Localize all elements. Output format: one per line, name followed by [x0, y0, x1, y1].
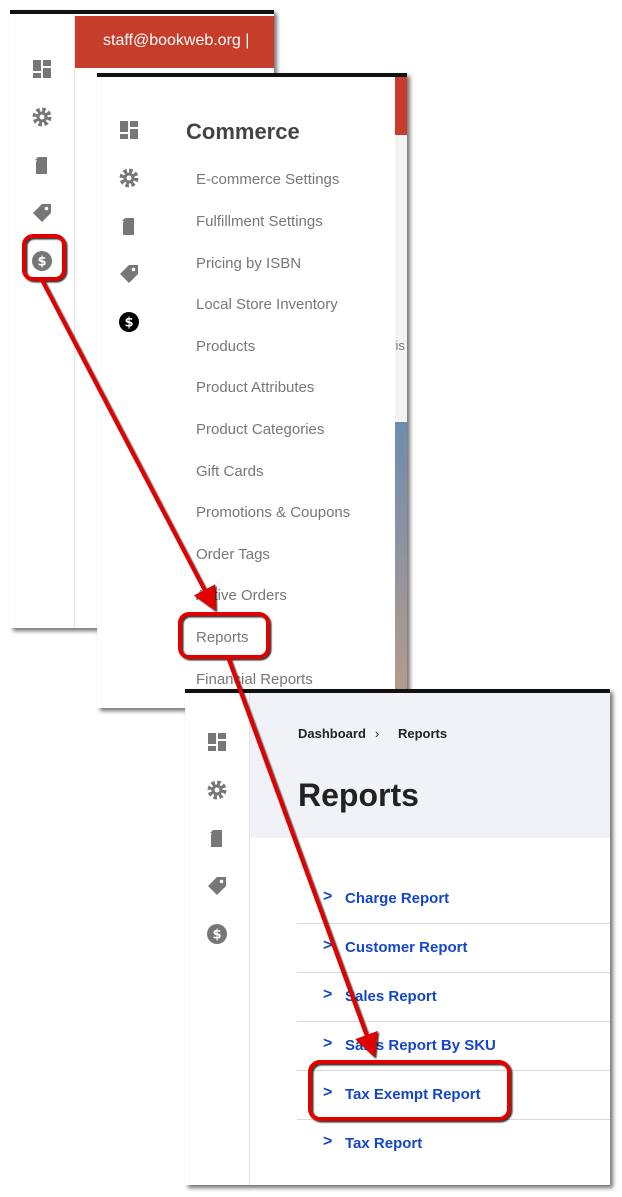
sidebar: $	[185, 693, 250, 1185]
user-email[interactable]: staff@bookweb.org |	[103, 32, 249, 50]
dashboard-icon[interactable]	[118, 119, 140, 141]
menu-item-gift-cards[interactable]: Gift Cards	[196, 463, 264, 480]
gear-icon[interactable]	[206, 779, 228, 801]
menu-item-reports[interactable]: Reports	[196, 629, 249, 646]
menu-item-active-orders[interactable]: Active Orders	[196, 587, 287, 604]
breadcrumb-separator: ›	[375, 726, 380, 741]
tag-icon[interactable]	[206, 875, 228, 897]
dollar-icon[interactable]: $	[206, 923, 228, 945]
breadcrumb-reports: Reports	[398, 726, 448, 741]
report-tax-exempt[interactable]: > Tax Exempt Report	[297, 1070, 610, 1120]
gear-icon[interactable]	[31, 106, 53, 128]
menu-item-products[interactable]: Products	[196, 338, 255, 355]
document-icon[interactable]	[206, 827, 228, 849]
panel-reports-page: $ Dashboard › Reports Reports > Charge Re…	[185, 689, 610, 1185]
menu-item-fulfillment-settings[interactable]: Fulfillment Settings	[196, 213, 323, 230]
svg-text:$: $	[37, 255, 46, 270]
tag-icon[interactable]	[31, 202, 53, 224]
menu-item-local-store-inventory[interactable]: Local Store Inventory	[196, 296, 338, 313]
chevron-right-icon: >	[323, 1084, 333, 1101]
sidebar: $	[97, 77, 162, 708]
menu-title: Commerce	[186, 119, 300, 144]
top-header: staff@bookweb.org |	[75, 16, 274, 68]
report-sales[interactable]: > Sales Report	[297, 972, 610, 1022]
report-charge[interactable]: > Charge Report	[297, 874, 610, 924]
sidebar: $	[10, 14, 75, 628]
menu-item-ecommerce-settings[interactable]: E-commerce Settings	[196, 171, 339, 188]
page-title: Reports	[298, 777, 419, 813]
menu-item-financial-reports[interactable]: Financial Reports	[196, 671, 313, 688]
menu-item-product-categories[interactable]: Product Categories	[196, 421, 324, 438]
tag-icon[interactable]	[118, 263, 140, 285]
menu-item-order-tags[interactable]: Order Tags	[196, 546, 270, 563]
panel-commerce-menu: vis $ Commerce E-commerce Settings Fulfi…	[97, 73, 407, 708]
page-header: Dashboard › Reports Reports	[250, 693, 610, 838]
menu-item-product-attributes[interactable]: Product Attributes	[196, 379, 314, 396]
dollar-icon[interactable]: $	[31, 250, 53, 272]
commerce-menu: Commerce E-commerce Settings Fulfillment…	[161, 77, 395, 708]
breadcrumb-dashboard[interactable]: Dashboard	[298, 726, 366, 741]
dollar-icon-active[interactable]: $	[118, 311, 140, 333]
chevron-right-icon: >	[323, 888, 333, 905]
document-icon[interactable]	[31, 154, 53, 176]
document-icon[interactable]	[118, 215, 140, 237]
chevron-right-icon: >	[323, 1133, 333, 1150]
background-content: vis	[389, 77, 407, 708]
report-customer[interactable]: > Customer Report	[297, 923, 610, 973]
dashboard-icon[interactable]	[206, 731, 228, 753]
chevron-right-icon: >	[323, 986, 333, 1003]
chevron-right-icon: >	[323, 937, 333, 954]
report-tax[interactable]: > Tax Report	[297, 1119, 610, 1168]
svg-text:$: $	[212, 928, 221, 943]
menu-item-pricing-by-isbn[interactable]: Pricing by ISBN	[196, 255, 301, 272]
menu-item-promotions-coupons[interactable]: Promotions & Coupons	[196, 504, 350, 521]
report-sales-by-sku[interactable]: > Sales Report By SKU	[297, 1021, 610, 1071]
chevron-right-icon: >	[323, 1035, 333, 1052]
gear-icon[interactable]	[118, 167, 140, 189]
dashboard-icon[interactable]	[31, 58, 53, 80]
svg-text:$: $	[124, 316, 133, 331]
